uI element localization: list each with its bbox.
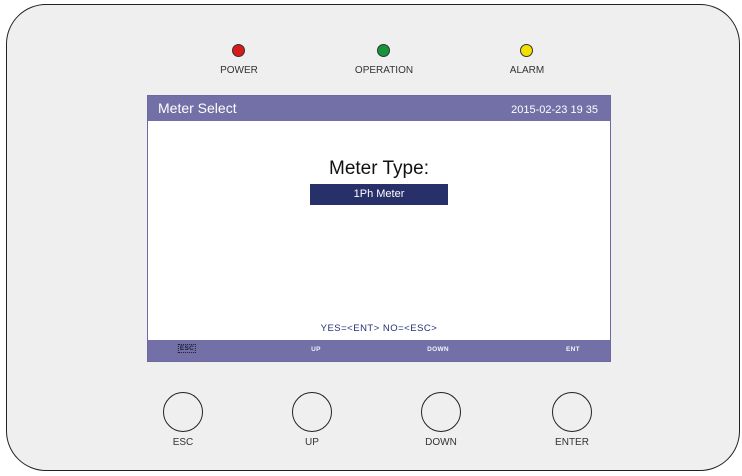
screen-datetime: 2015-02-23 19 35 — [511, 104, 598, 116]
enter-button-label: ENTER — [555, 437, 589, 448]
meter-type-selection[interactable]: 1Ph Meter — [310, 184, 448, 205]
softkey-down: DOWN — [427, 346, 449, 353]
operation-led-label: OPERATION — [354, 65, 414, 76]
up-button[interactable] — [292, 392, 332, 432]
enter-button[interactable] — [552, 392, 592, 432]
softkey-up: UP — [311, 346, 321, 353]
meter-type-heading: Meter Type: — [329, 158, 429, 179]
alarm-led-icon — [520, 44, 533, 57]
confirm-prompt: YES=<ENT> NO=<ESC> — [320, 323, 438, 334]
esc-button-label: ESC — [172, 437, 194, 448]
power-led-icon — [232, 44, 245, 57]
softkey-bar: ESC UP DOWN ENT — [148, 340, 610, 361]
alarm-led-label: ALARM — [509, 65, 545, 76]
down-button[interactable] — [421, 392, 461, 432]
up-button-label: UP — [305, 437, 319, 448]
screen-title: Meter Select — [158, 100, 237, 116]
softkey-ent: ENT — [566, 346, 580, 353]
lcd-screen: Meter Select 2015-02-23 19 35 Meter Type… — [147, 95, 611, 362]
screen-title-bar: Meter Select 2015-02-23 19 35 — [148, 96, 610, 121]
softkey-esc: ESC — [177, 344, 197, 353]
operation-led-icon — [377, 44, 390, 57]
power-led-label: POWER — [220, 65, 258, 76]
esc-button[interactable] — [163, 392, 203, 432]
down-button-label: DOWN — [425, 437, 457, 448]
